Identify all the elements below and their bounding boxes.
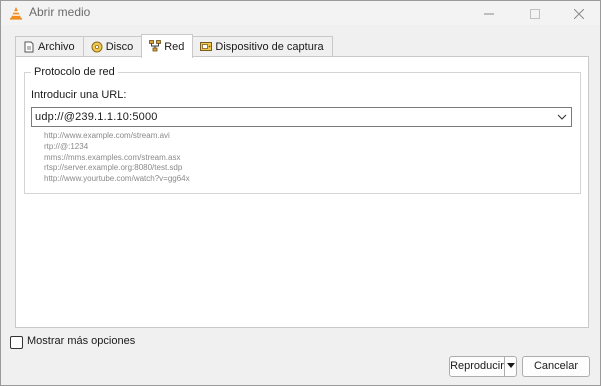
url-combobox[interactable]: udp://@239.1.1.10:5000 bbox=[31, 107, 572, 127]
window-title: Abrir medio bbox=[29, 5, 91, 19]
network-protocol-group: Protocolo de red Introducir una URL: udp… bbox=[24, 66, 581, 194]
maximize-icon bbox=[530, 8, 540, 19]
play-dropdown-button[interactable] bbox=[504, 356, 517, 377]
example-url: rtsp://server.example.org:8080/test.sdp bbox=[44, 163, 183, 173]
example-url: rtp://@:1234 bbox=[44, 141, 89, 151]
tab-red[interactable]: Red bbox=[141, 34, 194, 58]
tab-dispositivo-de-captura[interactable]: Dispositivo de captura bbox=[192, 36, 333, 58]
tab-label: Disco bbox=[105, 41, 134, 53]
example-url: http://www.yourtube.com/watch?v=gg64x bbox=[44, 174, 190, 184]
show-more-options-checkbox[interactable] bbox=[10, 336, 23, 349]
minimize-icon bbox=[484, 13, 494, 15]
close-button[interactable] bbox=[557, 1, 601, 25]
title-bar: Abrir medio bbox=[1, 1, 600, 25]
disc-icon bbox=[91, 41, 103, 53]
chevron-down-icon[interactable] bbox=[556, 111, 568, 123]
open-media-dialog: Abrir medio Archivo Disco Red Dispositiv… bbox=[0, 0, 601, 386]
capture-device-icon bbox=[200, 42, 213, 51]
tab-label: Archivo bbox=[38, 41, 75, 53]
url-examples: http://www.example.com/stream.avi rtp://… bbox=[44, 131, 190, 185]
minimize-button[interactable] bbox=[467, 1, 511, 25]
file-icon bbox=[24, 41, 34, 53]
tab-disco[interactable]: Disco bbox=[82, 36, 143, 58]
vlc-cone-icon bbox=[10, 7, 22, 20]
example-url: mms://mms.examples.com/stream.asx bbox=[44, 152, 181, 162]
url-label: Introducir una URL: bbox=[31, 89, 127, 101]
tab-label: Dispositivo de captura bbox=[215, 41, 324, 53]
play-button[interactable]: Reproducir bbox=[449, 356, 505, 377]
cancel-button[interactable]: Cancelar bbox=[522, 356, 590, 377]
network-icon bbox=[149, 40, 162, 52]
show-more-options-label[interactable]: Mostrar más opciones bbox=[27, 335, 135, 347]
url-input[interactable]: udp://@239.1.1.10:5000 bbox=[35, 111, 158, 123]
tab-bar: Archivo Disco Red Dispositivo de captura bbox=[15, 34, 333, 58]
network-tab-panel: Protocolo de red Introducir una URL: udp… bbox=[15, 56, 589, 328]
dropdown-arrow-icon bbox=[507, 363, 515, 368]
close-icon bbox=[573, 8, 585, 20]
group-title: Protocolo de red bbox=[31, 66, 118, 78]
example-url: http://www.example.com/stream.avi bbox=[44, 131, 170, 140]
tab-archivo[interactable]: Archivo bbox=[15, 36, 84, 58]
tab-label: Red bbox=[164, 41, 185, 53]
maximize-button[interactable] bbox=[513, 1, 557, 25]
